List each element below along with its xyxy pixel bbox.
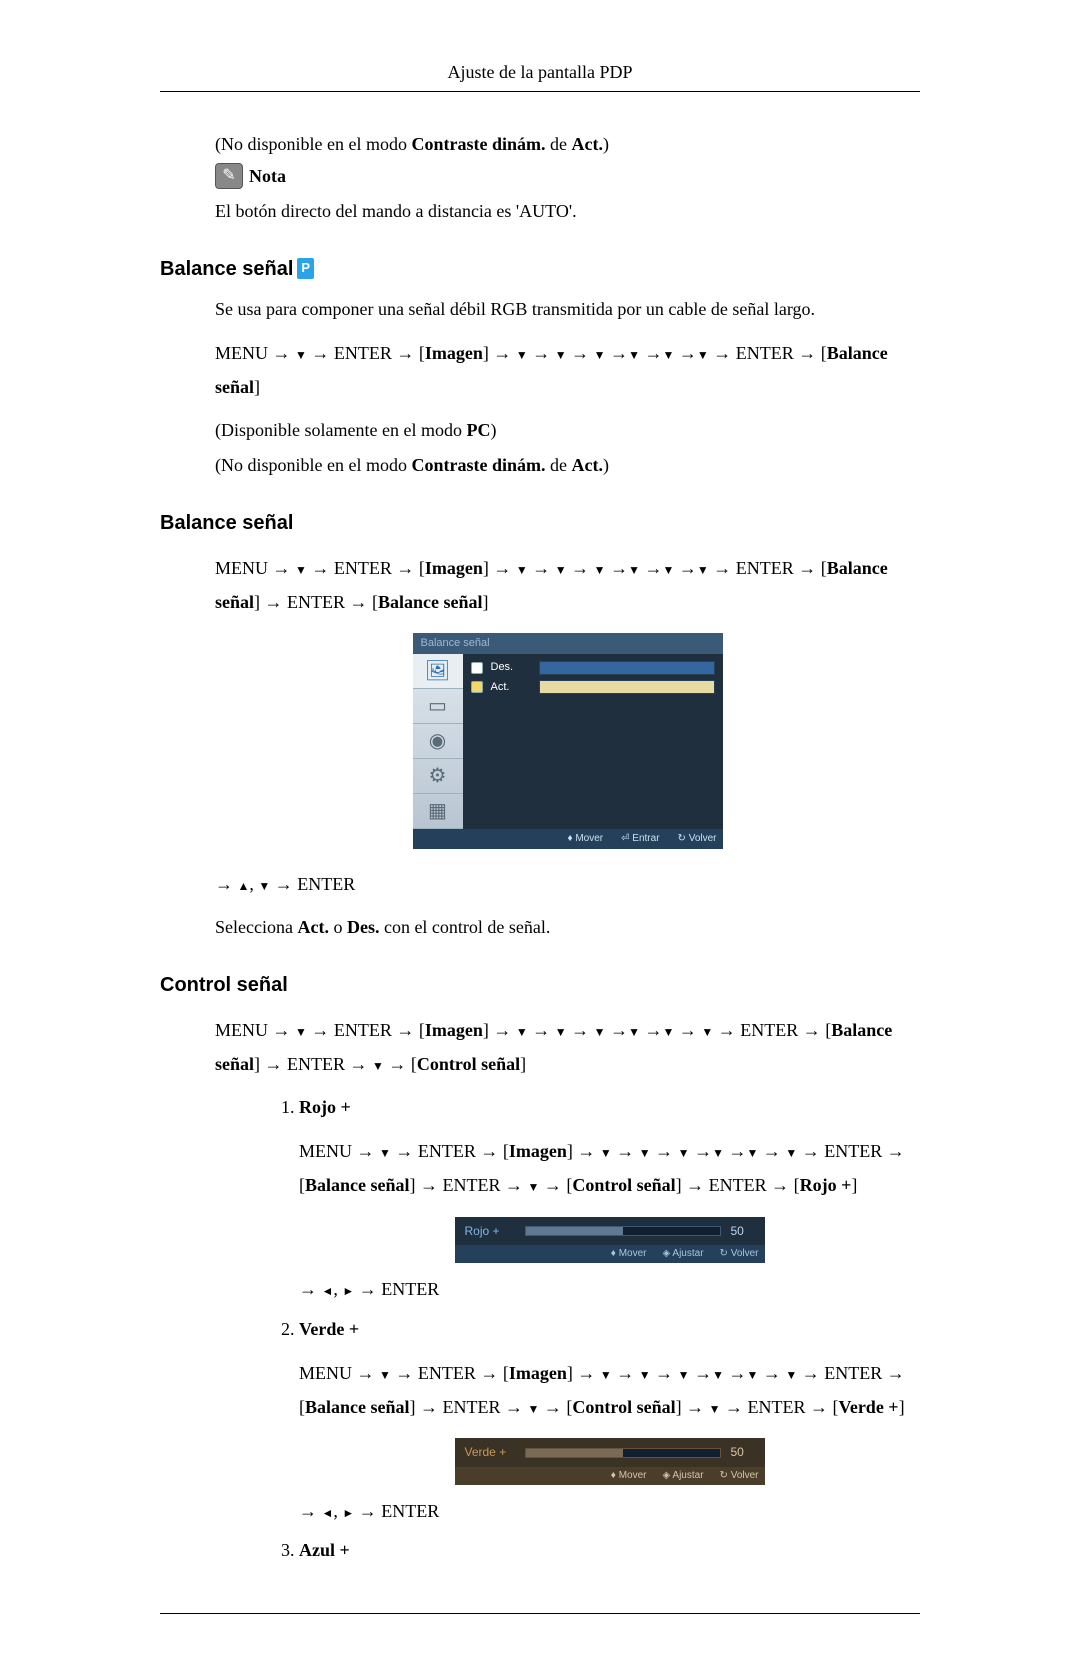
section1-path: MENU → ▼ → ENTER → [Imagen] → ▼ → ▼ → ▼ … — [215, 336, 920, 404]
control-item-azul: Azul + — [299, 1538, 920, 1563]
osd-tab-sound-icon: ◉ — [413, 724, 463, 759]
intro-block: (No disponible en el modo Contraste diná… — [215, 132, 920, 224]
verde-nav-after: → ◄, ► → ENTER — [299, 1499, 920, 1524]
page-title: Ajuste de la pantalla PDP — [448, 62, 633, 82]
verde-path: MENU → ▼ → ENTER → [Imagen] → ▼ → ▼ → ▼ … — [299, 1356, 920, 1424]
osd-balance-panel: Balance señal 🖼 ▭ ◉ ⚙ ▦ Des. Act. — [413, 633, 723, 849]
section1-desc: Se usa para componer una señal débil RGB… — [215, 297, 920, 322]
osd-tab-picture-icon: 🖼 — [413, 654, 463, 689]
page-header: Ajuste de la pantalla PDP — [160, 60, 920, 92]
rojo-path: MENU → ▼ → ENTER → [Imagen] → ▼ → ▼ → ▼ … — [299, 1134, 920, 1202]
section1-not-available: (No disponible en el modo Contraste diná… — [215, 453, 920, 478]
p-badge-icon: P — [297, 258, 314, 278]
section2-select-text: Selecciona Act. o Des. con el control de… — [215, 915, 920, 940]
section1-available: (Disponible solamente en el modo PC) — [215, 418, 920, 443]
section2-nav-after: → ▲, ▼ → ENTER — [215, 867, 920, 901]
rojo-nav-after: → ◄, ► → ENTER — [299, 1277, 920, 1302]
osd-sidebar: 🖼 ▭ ◉ ⚙ ▦ — [413, 654, 463, 829]
osd-verde-bar: Verde + 50 ♦ Mover ◈ Ajustar ↻ Volver — [455, 1438, 765, 1485]
section3-heading: Control señal — [160, 971, 920, 999]
osd-tab-multi-icon: ▦ — [413, 794, 463, 829]
osd-tab-input-icon: ▭ — [413, 689, 463, 724]
control-item-rojo: Rojo + MENU → ▼ → ENTER → [Imagen] → ▼ →… — [299, 1095, 920, 1303]
osd-footer: ♦ Mover ⏎ Entrar ↻ Volver — [413, 829, 723, 849]
radio-icon — [471, 681, 483, 693]
nota-label: Nota — [249, 164, 286, 189]
osd-option-act: Act. — [471, 680, 715, 695]
section3-path: MENU → ▼ → ENTER → [Imagen] → ▼ → ▼ → ▼ … — [215, 1013, 920, 1081]
osd-title: Balance señal — [413, 633, 723, 654]
control-item-verde: Verde + MENU → ▼ → ENTER → [Imagen] → ▼ … — [299, 1317, 920, 1525]
section2-body: MENU → ▼ → ENTER → [Imagen] → ▼ → ▼ → ▼ … — [215, 551, 920, 941]
section3-body: MENU → ▼ → ENTER → [Imagen] → ▼ → ▼ → ▼ … — [215, 1013, 920, 1564]
control-items: Rojo + MENU → ▼ → ENTER → [Imagen] → ▼ →… — [215, 1095, 920, 1563]
intro-not-available: (No disponible en el modo Contraste diná… — [215, 132, 920, 157]
nota-row: ✎ Nota — [215, 163, 920, 189]
note-icon: ✎ — [215, 163, 243, 189]
nota-text: El botón directo del mando a distancia e… — [215, 199, 920, 224]
radio-icon — [471, 662, 483, 674]
osd-tab-setup-icon: ⚙ — [413, 759, 463, 794]
section1-body: Se usa para componer una señal débil RGB… — [215, 297, 920, 479]
section2-path: MENU → ▼ → ENTER → [Imagen] → ▼ → ▼ → ▼ … — [215, 551, 920, 619]
osd-option-des: Des. — [471, 660, 715, 675]
osd-rojo-bar: Rojo + 50 ♦ Mover ◈ Ajustar ↻ Volver — [455, 1217, 765, 1264]
footer-rule — [160, 1613, 920, 1614]
section2-heading: Balance señal — [160, 509, 920, 537]
section1-heading: Balance señal P — [160, 255, 920, 283]
